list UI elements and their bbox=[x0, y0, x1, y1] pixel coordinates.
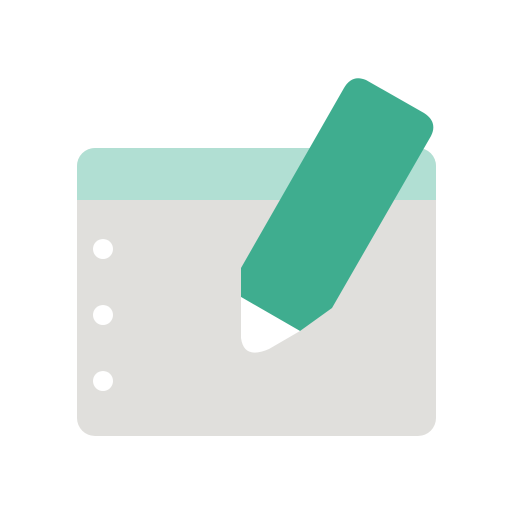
notepad-pencil-icon bbox=[77, 78, 436, 436]
binding-hole bbox=[93, 239, 113, 259]
binding-hole bbox=[93, 371, 113, 391]
binding-hole bbox=[93, 305, 113, 325]
app-icon bbox=[0, 0, 512, 512]
